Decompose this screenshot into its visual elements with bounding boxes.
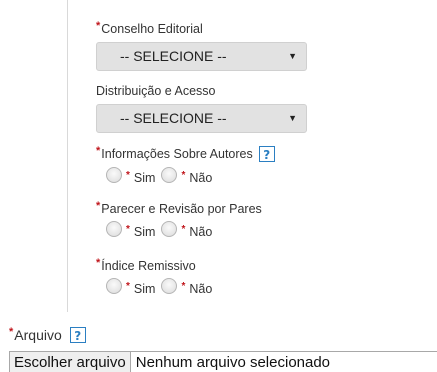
required-icon: * <box>96 200 101 212</box>
informacoes-autores-field: * Informações Sobre Autores ? * Sim * Nã… <box>96 145 275 185</box>
radio-option-nao[interactable]: * Não <box>161 278 212 296</box>
informacoes-autores-label: * Informações Sobre Autores ? <box>96 145 275 162</box>
radio-button[interactable] <box>106 278 122 294</box>
section-divider <box>67 0 68 312</box>
required-icon: * <box>126 169 130 181</box>
required-icon: * <box>9 326 14 338</box>
indice-remissivo-label: * Índice Remissivo <box>96 257 196 273</box>
radio-option-sim[interactable]: * Sim <box>106 221 155 239</box>
arquivo-label: * Arquivo ? <box>9 326 86 343</box>
conselho-editorial-field: * Conselho Editorial -- SELECIONE -- ▼ <box>96 20 307 71</box>
file-upload-input[interactable]: Escolher arquivo Nenhum arquivo selecion… <box>9 351 437 372</box>
parecer-revisao-label: * Parecer e Revisão por Pares <box>96 200 262 216</box>
chevron-down-icon: ▼ <box>288 51 297 61</box>
conselho-editorial-label: * Conselho Editorial <box>96 20 203 36</box>
radio-option-nao[interactable]: * Não <box>161 167 212 185</box>
radio-button[interactable] <box>161 167 178 183</box>
file-status-text: Nenhum arquivo selecionado <box>135 354 331 371</box>
help-icon[interactable]: ? <box>258 146 275 162</box>
form-page: * Conselho Editorial -- SELECIONE -- ▼ D… <box>0 0 437 372</box>
required-icon: * <box>126 223 130 235</box>
parecer-revisao-field: * Parecer e Revisão por Pares * Sim * Nã… <box>96 200 262 239</box>
radio-button[interactable] <box>161 278 178 294</box>
radio-option-sim[interactable]: * Sim <box>106 278 155 296</box>
radio-option-sim[interactable]: * Sim <box>106 167 155 185</box>
radio-button[interactable] <box>161 221 178 237</box>
required-icon: * <box>96 20 101 32</box>
required-icon: * <box>181 223 186 235</box>
required-icon: * <box>96 257 101 269</box>
distribuicao-acesso-field: Distribuição e Acesso -- SELECIONE -- ▼ <box>96 84 307 133</box>
required-icon: * <box>181 280 186 292</box>
indice-remissivo-field: * Índice Remissivo * Sim * Não <box>96 257 218 296</box>
informacoes-autores-radio-group: * Sim * Não <box>106 167 275 185</box>
required-icon: * <box>181 169 186 181</box>
conselho-editorial-select[interactable]: -- SELECIONE -- ▼ <box>96 42 307 71</box>
required-icon: * <box>96 145 101 157</box>
help-icon[interactable]: ? <box>69 327 86 343</box>
choose-file-button[interactable]: Escolher arquivo <box>10 352 131 372</box>
indice-remissivo-radio-group: * Sim * Não <box>106 278 218 296</box>
arquivo-field: * Arquivo ? <box>9 326 86 343</box>
required-icon: * <box>126 280 130 292</box>
radio-button[interactable] <box>106 221 122 237</box>
radio-button[interactable] <box>106 167 122 183</box>
distribuicao-acesso-select[interactable]: -- SELECIONE -- ▼ <box>96 104 307 133</box>
chevron-down-icon: ▼ <box>288 113 297 123</box>
parecer-revisao-radio-group: * Sim * Não <box>106 221 262 239</box>
radio-option-nao[interactable]: * Não <box>161 221 212 239</box>
distribuicao-acesso-label: Distribuição e Acesso <box>96 84 216 98</box>
